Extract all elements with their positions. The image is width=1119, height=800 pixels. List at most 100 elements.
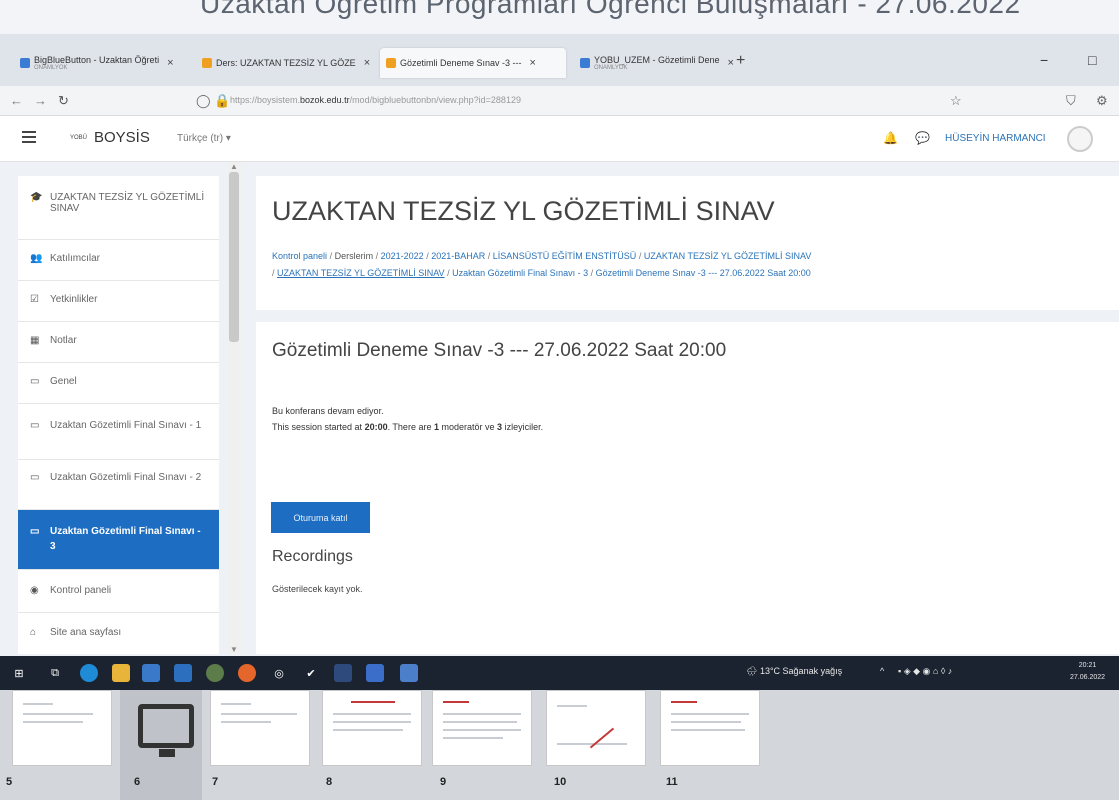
breadcrumb-link[interactable]: LİSANSÜSTÜ EĞİTİM ENSTİTÜSÜ	[493, 251, 637, 261]
close-tab-icon[interactable]: ×	[364, 57, 370, 69]
file-explorer-icon[interactable]	[112, 664, 130, 682]
session-start-time: 20:00	[364, 422, 388, 432]
shield-icon[interactable]: ◯	[196, 93, 211, 109]
sidebar-item-label: Katılımcılar	[50, 253, 101, 264]
scroll-up-icon[interactable]: ▲	[230, 162, 238, 171]
sidebar-item-grades[interactable]: ▦ Notlar	[18, 322, 219, 363]
close-tab-icon[interactable]: ×	[167, 57, 173, 69]
session-info: This session started at 20:00. There are…	[272, 422, 544, 432]
breadcrumb-link[interactable]: Uzaktan Gözetimli Final Sınavı - 3	[452, 268, 588, 278]
breadcrumb-link[interactable]: Gözetimli Deneme Sınav -3 --- 27.06.2022…	[596, 268, 811, 278]
scrollbar-thumb[interactable]	[229, 172, 239, 342]
slide-thumbnail[interactable]	[322, 690, 422, 766]
table-icon: ▦	[30, 335, 40, 346]
back-icon[interactable]: ←	[10, 93, 23, 108]
browser-tab[interactable]: Ders: UZAKTAN TEZSİZ YL GÖZE ×	[196, 48, 372, 78]
breadcrumb-link[interactable]: Kontrol paneli	[272, 251, 327, 261]
dashboard-icon: ◉	[30, 585, 39, 596]
reload-icon[interactable]: ↻	[58, 93, 69, 109]
sidebar-scrollbar[interactable]: ▲ ▼	[227, 162, 241, 654]
home-icon: ⌂	[30, 627, 37, 638]
checkmark-app-icon[interactable]: ✔	[302, 664, 320, 682]
forward-icon[interactable]: →	[34, 93, 47, 108]
app-icon[interactable]	[366, 664, 384, 682]
extensions-icon[interactable]: ⚙	[1096, 93, 1108, 109]
close-tab-icon[interactable]: ×	[728, 57, 734, 69]
sidebar-item-competencies[interactable]: ☑ Yetkinlikler	[18, 281, 219, 322]
breadcrumb-item[interactable]: Derslerim	[335, 251, 374, 261]
edge-icon[interactable]	[80, 664, 98, 682]
new-tab-button[interactable]: +	[736, 52, 745, 70]
slide-thumbnail[interactable]	[432, 690, 532, 766]
page-header: UZAKTAN TEZSİZ YL GÖZETİMLİ SINAV Kontro…	[256, 176, 1119, 310]
app-icon[interactable]	[334, 664, 352, 682]
notification-bell-icon[interactable]: 🔔	[883, 131, 898, 145]
user-menu[interactable]: HÜSEYİN HARMANCI	[945, 133, 1046, 144]
maximize-icon[interactable]: □	[1088, 52, 1096, 68]
session-panel: Gözetimli Deneme Sınav -3 --- 27.06.2022…	[256, 322, 1119, 654]
slide-thumbnail[interactable]	[210, 690, 310, 766]
sidebar-item-site-home[interactable]: ⌂ Site ana sayfası	[18, 613, 219, 654]
bookmark-star-icon[interactable]: ☆	[950, 93, 962, 109]
slide-thumbnail[interactable]	[12, 690, 112, 766]
browser-tab[interactable]: BigBlueButton - Uzaktan Öğreti ONAMLYOK ×	[14, 48, 186, 78]
users-icon: 👥	[30, 253, 43, 264]
folder-icon: ▭	[30, 376, 40, 387]
moodle-favicon-icon	[202, 58, 212, 68]
sidebar-item-participants[interactable]: 👥 Katılımcılar	[18, 240, 219, 281]
chrome-icon[interactable]	[206, 664, 224, 682]
menu-icon[interactable]	[22, 131, 36, 143]
url-field[interactable]: https://boysistem.bozok.edu.tr/mod/bigbl…	[230, 95, 521, 105]
brand-name[interactable]: BOYSİS	[94, 129, 150, 146]
sidebar-item-final-1[interactable]: ▭ Uzaktan Gözetimli Final Sınavı - 1	[18, 404, 219, 460]
sidebar-item-course[interactable]: 🎓 UZAKTAN TEZSİZ YL GÖZETİMLİ SINAV	[18, 176, 219, 240]
moodle-favicon-icon	[386, 58, 396, 68]
breadcrumb-link[interactable]: 2021-BAHAR	[431, 251, 485, 261]
task-view-icon[interactable]: ⧉	[46, 664, 64, 682]
minimize-icon[interactable]: −	[1040, 52, 1048, 68]
browser-tab-active[interactable]: Gözetimli Deneme Sınav -3 --- ×	[380, 48, 566, 78]
messages-icon[interactable]: 💬	[915, 131, 930, 145]
media-icon[interactable]: ◎	[270, 664, 288, 682]
join-session-button[interactable]: Oturuma katıl	[271, 502, 370, 533]
sidebar-item-label: Site ana sayfası	[50, 627, 122, 638]
breadcrumb-link[interactable]: UZAKTAN TEZSİZ YL GÖZETİMLİ SINAV	[644, 251, 812, 261]
monitor-icon	[138, 704, 194, 757]
slide-number: 7	[212, 776, 219, 788]
breadcrumb-link[interactable]: UZAKTAN TEZSİZ YL GÖZETİMLİ SINAV	[277, 268, 445, 278]
slide-thumbnail[interactable]	[660, 690, 760, 766]
conference-status: Bu konferans devam ediyor.	[272, 406, 384, 416]
sidebar-item-general[interactable]: ▭ Genel	[18, 363, 219, 404]
sidebar-item-final-2[interactable]: ▭ Uzaktan Gözetimli Final Sınavı - 2	[18, 460, 219, 510]
sidebar-item-final-3[interactable]: ▭ Uzaktan Gözetimli Final Sınavı - 3	[18, 510, 219, 570]
tray-chevron-icon[interactable]: ^	[880, 666, 884, 676]
page-title: UZAKTAN TEZSİZ YL GÖZETİMLİ SINAV	[272, 196, 775, 226]
language-menu[interactable]: Türkçe (tr) ▾	[177, 133, 231, 144]
browser-tab[interactable]: YOBU_UZEM - Gözetimli Dene ONAMLYOK ×	[574, 48, 734, 78]
breadcrumb-link[interactable]: 2021-2022	[381, 251, 424, 261]
close-tab-icon[interactable]: ×	[530, 57, 536, 69]
taskbar-clock[interactable]: 20:21 27.06.2022	[1070, 660, 1105, 684]
tray-icons[interactable]: ▪ ◈ ◆ ◉ ⌂ ◊ ♪	[898, 666, 952, 677]
app-icon[interactable]	[400, 664, 418, 682]
slide-thumbnail[interactable]	[546, 690, 646, 766]
sidebar-item-label: Genel	[50, 376, 77, 387]
mail-icon[interactable]	[174, 664, 192, 682]
brand-logo[interactable]: YOBÜ	[70, 135, 87, 141]
store-icon[interactable]	[142, 664, 160, 682]
sidebar-item-dashboard[interactable]: ◉ Kontrol paneli	[18, 570, 219, 613]
firefox-icon[interactable]	[238, 664, 256, 682]
slide-thumbnail-current[interactable]	[120, 690, 202, 800]
slide-caption: Uzaktan Öğretim Programları Öğrenci Bulu…	[0, 0, 1119, 34]
site-navbar: YOBÜ BOYSİS Türkçe (tr) ▾ 🔔 💬 HÜSEYİN HA…	[0, 116, 1119, 162]
lock-icon[interactable]: 🔒	[214, 93, 230, 109]
pocket-icon[interactable]: ⛉	[1066, 93, 1076, 109]
windows-start-icon[interactable]: ⊞	[10, 664, 28, 682]
weather-widget[interactable]: 🌧 13°C Sağanak yağış	[746, 666, 842, 677]
yobu-favicon-icon	[580, 58, 590, 68]
avatar[interactable]	[1067, 126, 1093, 152]
recordings-empty-message: Gösterilecek kayıt yok.	[272, 584, 363, 594]
breadcrumb: Kontrol paneli / Derslerim / 2021-2022 /…	[272, 251, 812, 278]
sidebar-item-label: Yetkinlikler	[50, 294, 98, 305]
scroll-down-icon[interactable]: ▼	[230, 645, 238, 654]
